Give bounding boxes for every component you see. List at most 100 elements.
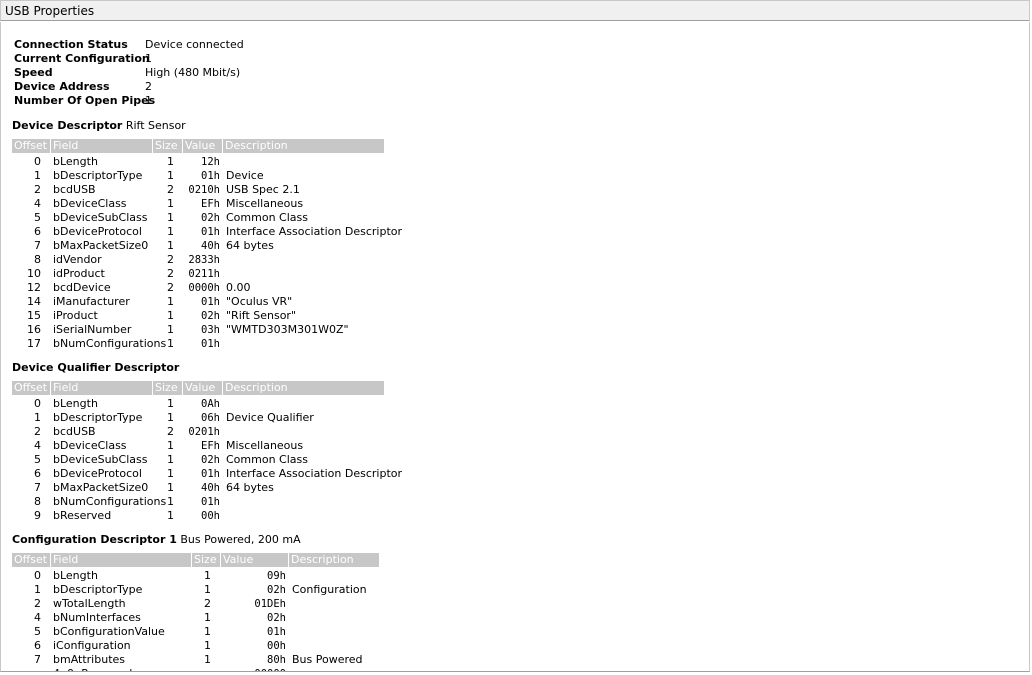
table-row[interactable]: 2 bcdUSB 2 0201h: [12, 425, 220, 439]
cell-field: bDescriptorType: [53, 583, 143, 596]
cell-field: idVendor: [53, 253, 102, 266]
column-header-offset[interactable]: Offset: [12, 553, 50, 567]
cell-field: bConfigurationValue: [53, 625, 165, 638]
device-descriptor-rows: 0 bLength 1 12h 1 bDescriptorType 1 01h Device 2 b…: [12, 155, 402, 351]
cell-description: "Oculus VR": [226, 295, 293, 308]
cell-size: 1: [167, 495, 174, 508]
table-row[interactable]: 10 idProduct 2 0211h: [12, 267, 220, 281]
table-row[interactable]: 7 bMaxPacketSize0 1 40h 64 bytes: [12, 239, 274, 253]
cell-value: 03h: [201, 324, 220, 336]
table-row[interactable]: 15 iProduct 1 02h "Rift Sensor": [12, 309, 296, 323]
cell-field: bMaxPacketSize0: [53, 481, 149, 494]
cell-size: 1: [167, 211, 174, 224]
cell-value: 0211h: [188, 268, 220, 280]
cell-offset: 1: [34, 411, 41, 424]
column-header-field[interactable]: Field: [51, 553, 191, 567]
table-row[interactable]: 4..0: Reserved ...00000: [12, 667, 301, 671]
cell-field: bDeviceClass: [53, 439, 127, 452]
cell-value: 02h: [267, 612, 286, 624]
table-row[interactable]: 7 bmAttributes 1 80h Bus Powered: [12, 653, 363, 667]
table-row[interactable]: 7 bMaxPacketSize0 1 40h 64 bytes: [12, 481, 274, 495]
cell-size: 2: [167, 425, 174, 438]
cell-field: wTotalLength: [53, 597, 126, 610]
cell-offset: 2: [34, 425, 41, 438]
cell-description: Common Class: [226, 453, 308, 466]
table-row[interactable]: 17 bNumConfigurations 1 01h: [12, 337, 220, 351]
cell-value: 40h: [201, 240, 220, 252]
table-row[interactable]: 8 idVendor 2 2833h: [12, 253, 220, 267]
table-row[interactable]: 0 bLength 1 09h: [12, 569, 301, 583]
table-row[interactable]: 0 bLength 1 0Ah: [12, 397, 220, 411]
cell-offset: 16: [27, 323, 41, 336]
table-row[interactable]: 9 bReserved 1 00h: [12, 509, 220, 523]
cell-size: 1: [167, 453, 174, 466]
cell-offset: 4: [34, 439, 41, 452]
cell-offset: 7: [34, 481, 41, 494]
column-header-field[interactable]: Field: [51, 381, 152, 395]
table-row[interactable]: 4 bDeviceClass 1 EFh Miscellaneous: [12, 439, 303, 453]
table-row[interactable]: 2 wTotalLength 2 01DEh: [12, 597, 301, 611]
table-row[interactable]: 6 bDeviceProtocol 1 01h Interface Associatio…: [12, 225, 402, 239]
device-descriptor-section: Device Descriptor Rift Sensor Offset Fie…: [12, 119, 402, 351]
device-qualifier-header: Offset Field Size Value Description: [12, 381, 384, 395]
cell-field: bcdUSB: [53, 183, 96, 196]
cell-description: Bus Powered: [292, 653, 363, 666]
cell-value: 0Ah: [201, 398, 220, 410]
cell-size: 1: [167, 439, 174, 452]
table-row[interactable]: 2 bcdUSB 2 0210h USB Spec 2.1: [12, 183, 300, 197]
cell-field: bcdDevice: [53, 281, 111, 294]
cell-field: bDescriptorType: [53, 411, 143, 424]
table-row[interactable]: 1 bDescriptorType 1 06h Device Qualifier: [12, 411, 314, 425]
table-row[interactable]: 5 bDeviceSubClass 1 02h Common Class: [12, 211, 308, 225]
table-row[interactable]: 14 iManufacturer 1 01h "Oculus VR": [12, 295, 292, 309]
table-row[interactable]: 6 iConfiguration 1 00h: [12, 639, 301, 653]
cell-size: 1: [167, 397, 174, 410]
table-row[interactable]: 16 iSerialNumber 1 03h "WMTD303M301W0Z": [12, 323, 349, 337]
cell-value: 01h: [267, 626, 286, 638]
cell-field: bNumConfigurations: [53, 495, 167, 508]
cell-description: Interface Association Descriptor: [226, 467, 403, 480]
table-row[interactable]: 5 bDeviceSubClass 1 02h Common Class: [12, 453, 308, 467]
column-header-size[interactable]: Size: [192, 553, 220, 567]
cell-field: bDeviceProtocol: [53, 467, 142, 480]
column-header-offset[interactable]: Offset: [12, 381, 50, 395]
column-header-value[interactable]: Value: [221, 553, 288, 567]
column-header-description[interactable]: Description: [223, 381, 384, 395]
column-header-offset[interactable]: Offset: [12, 139, 50, 153]
cell-description: 64 bytes: [226, 481, 274, 494]
table-row[interactable]: 12 bcdDevice 2 0000h 0.00: [12, 281, 251, 295]
table-row[interactable]: 8 bNumConfigurations 1 01h: [12, 495, 220, 509]
cell-field: iConfiguration: [53, 639, 131, 652]
properties-content[interactable]: Connection Status Device connected Curren…: [0, 22, 1030, 672]
table-row[interactable]: 0 bLength 1 12h: [12, 155, 220, 169]
column-header-description[interactable]: Description: [289, 553, 379, 567]
cell-field: 4..0: Reserved: [53, 667, 132, 671]
table-row[interactable]: 4 bNumInterfaces 1 02h: [12, 611, 301, 625]
cell-offset: 5: [34, 625, 41, 638]
cell-size: 1: [167, 169, 174, 182]
column-header-size[interactable]: Size: [153, 381, 182, 395]
table-row[interactable]: 6 bDeviceProtocol 1 01h Interface Associatio…: [12, 467, 402, 481]
cell-value: 01DEh: [254, 598, 286, 610]
column-header-value[interactable]: Value: [183, 381, 222, 395]
column-header-size[interactable]: Size: [153, 139, 182, 153]
cell-field: bDescriptorType: [53, 169, 143, 182]
cell-offset: 8: [34, 253, 41, 266]
cell-field: bMaxPacketSize0: [53, 239, 149, 252]
cell-value: 01h: [201, 226, 220, 238]
table-row[interactable]: 1 bDescriptorType 1 01h Device: [12, 169, 264, 183]
cell-field: bDeviceSubClass: [53, 211, 148, 224]
column-header-field[interactable]: Field: [51, 139, 152, 153]
cell-description: Interface Association Descriptor: [226, 225, 403, 238]
cell-field: bDeviceSubClass: [53, 453, 148, 466]
table-row[interactable]: 4 bDeviceClass 1 EFh Miscellaneous: [12, 197, 303, 211]
cell-description: Device Qualifier: [226, 411, 314, 424]
cell-offset: 8: [34, 495, 41, 508]
table-row[interactable]: 1 bDescriptorType 1 02h Configuration: [12, 583, 367, 597]
table-row[interactable]: 5 bConfigurationValue 1 01h: [12, 625, 301, 639]
cell-offset: 12: [27, 281, 41, 294]
cell-description: Miscellaneous: [226, 439, 304, 452]
device-qualifier-section: Device Qualifier Descriptor Offset Field…: [12, 361, 402, 523]
column-header-value[interactable]: Value: [183, 139, 222, 153]
column-header-description[interactable]: Description: [223, 139, 384, 153]
